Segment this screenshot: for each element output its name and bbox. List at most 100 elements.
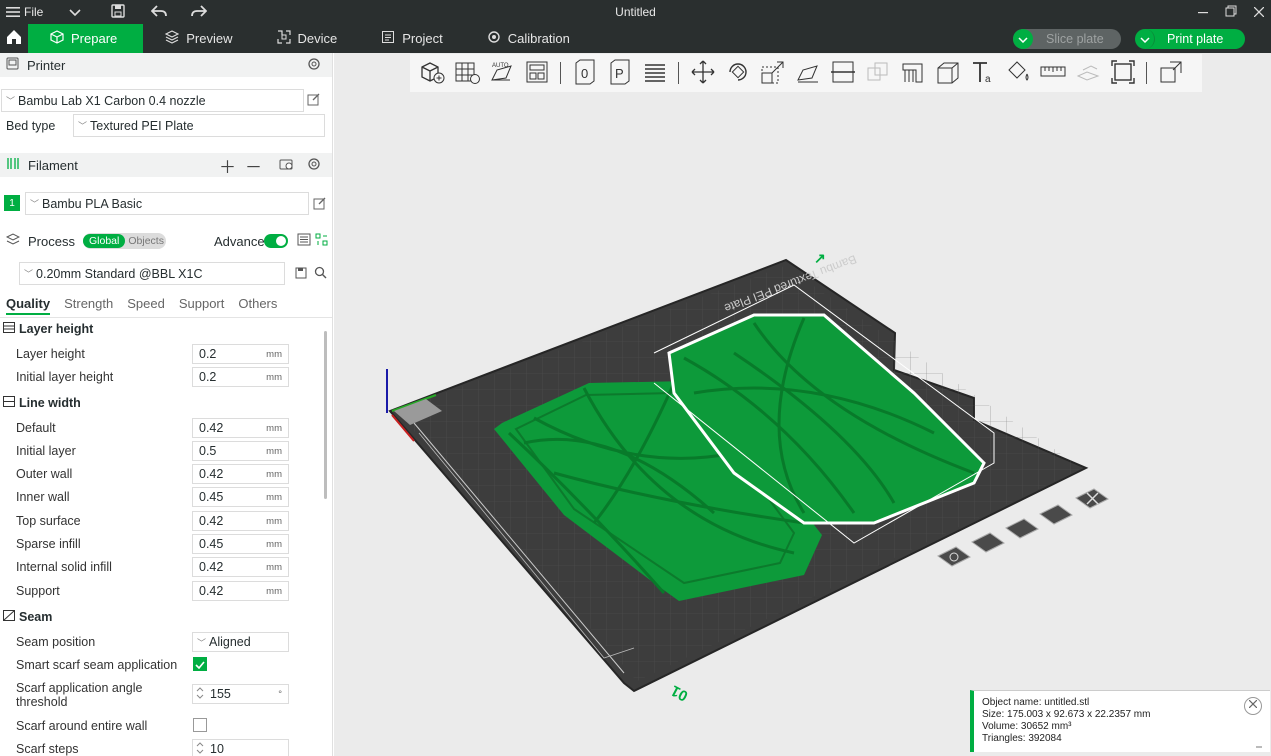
default-width-input[interactable]: 0.42 mm bbox=[192, 418, 289, 438]
plate-arrange-icon[interactable] bbox=[1005, 518, 1039, 539]
grid-add-icon bbox=[454, 60, 480, 87]
minimize-icon bbox=[1198, 5, 1208, 20]
filament-preset-select[interactable]: ﹀ Bambu PLA Basic bbox=[25, 192, 309, 215]
print-plate-button[interactable]: Print plate bbox=[1135, 29, 1245, 49]
subtab-speed[interactable]: Speed bbox=[127, 296, 165, 315]
color-paint-button[interactable] bbox=[1000, 56, 1035, 90]
info-collapse-handle[interactable] bbox=[1256, 746, 1262, 748]
seam-position-select[interactable]: ﹀ Aligned bbox=[192, 632, 289, 652]
redo-button[interactable] bbox=[185, 0, 213, 24]
gear-icon bbox=[307, 57, 321, 74]
objects-option[interactable]: Objects bbox=[125, 235, 164, 247]
edit-icon bbox=[307, 93, 320, 109]
tab-project[interactable]: Project bbox=[359, 24, 464, 53]
layer-height-input[interactable]: 0.2 mm bbox=[192, 344, 289, 364]
tab-device[interactable]: Device bbox=[255, 24, 360, 53]
subtab-quality[interactable]: Quality bbox=[6, 296, 51, 315]
slice-plate-button[interactable]: Slice plate bbox=[1013, 29, 1121, 49]
initial-layer-width-input[interactable]: 0.5 mm bbox=[192, 441, 289, 461]
internal-solid-infill-width-input[interactable]: 0.42 mm bbox=[192, 557, 289, 577]
advance-toggle[interactable] bbox=[264, 234, 288, 248]
filament-sync-button[interactable] bbox=[279, 157, 294, 174]
outer-wall-width-input[interactable]: 0.42 mm bbox=[192, 464, 289, 484]
edit-printer-button[interactable] bbox=[307, 93, 320, 109]
rotate-tool-button[interactable] bbox=[720, 56, 755, 90]
search-icon bbox=[314, 266, 327, 282]
arrange-button[interactable] bbox=[519, 56, 554, 90]
scale-tool-button[interactable] bbox=[755, 56, 790, 90]
seam-position-label: Seam position bbox=[16, 635, 96, 649]
home-button[interactable] bbox=[0, 24, 28, 53]
initial-layer-height-input[interactable]: 0.2 mm bbox=[192, 367, 289, 387]
plate-lock-icon[interactable] bbox=[971, 532, 1005, 553]
info-close-button[interactable] bbox=[1244, 697, 1262, 715]
settings-scrollbar[interactable] bbox=[324, 331, 327, 499]
add-plate-button[interactable] bbox=[449, 56, 484, 90]
smart-scarf-checkbox[interactable] bbox=[193, 657, 207, 671]
fit-view-button[interactable] bbox=[1105, 56, 1140, 90]
undo-button[interactable] bbox=[145, 0, 173, 24]
global-option[interactable]: Global bbox=[83, 234, 126, 248]
print-dropdown[interactable] bbox=[1135, 29, 1155, 49]
scarf-entire-wall-checkbox[interactable] bbox=[193, 718, 207, 732]
save-button[interactable] bbox=[105, 0, 131, 24]
chevron-down-icon: ﹀ bbox=[30, 199, 40, 209]
scarf-steps-spinbox[interactable]: 10 bbox=[192, 739, 289, 756]
filament-settings-gear[interactable] bbox=[307, 157, 321, 174]
lay-on-face-button[interactable] bbox=[790, 56, 825, 90]
slice-dropdown[interactable] bbox=[1013, 29, 1033, 49]
printer-settings-gear[interactable] bbox=[307, 57, 321, 74]
remove-filament-button[interactable]: － bbox=[245, 153, 262, 178]
measure-tool-button[interactable] bbox=[1035, 56, 1070, 90]
subtab-support[interactable]: Support bbox=[179, 296, 225, 315]
layers-view-button[interactable] bbox=[637, 56, 672, 90]
filament-color-swatch[interactable]: 1 bbox=[4, 195, 20, 211]
plate-p-button[interactable]: P bbox=[602, 56, 637, 90]
tab-preview[interactable]: Preview bbox=[143, 24, 254, 53]
add-filament-button[interactable]: ＋ bbox=[219, 153, 236, 178]
plate-scene[interactable]: Bambu Textured PEI Plate 01 ↗ bbox=[334, 53, 1271, 756]
scarf-angle-spinbox[interactable]: 155 ° bbox=[192, 684, 289, 704]
seam-paint-button[interactable] bbox=[930, 56, 965, 90]
auto-orient-button[interactable]: AUTO bbox=[484, 56, 519, 90]
3d-viewport[interactable]: Bambu Textured PEI Plate 01 ↗ AUTO 0 P a… bbox=[334, 53, 1271, 756]
subtab-others[interactable]: Others bbox=[238, 296, 277, 315]
boolean-tool-button[interactable] bbox=[860, 56, 895, 90]
global-objects-toggle[interactable]: Global Objects bbox=[83, 233, 166, 249]
plate-eye-icon[interactable] bbox=[937, 546, 971, 567]
process-compare-button[interactable] bbox=[315, 233, 328, 249]
minimize-button[interactable] bbox=[1189, 0, 1217, 24]
restore-button[interactable] bbox=[1217, 0, 1245, 24]
subtab-strength[interactable]: Strength bbox=[64, 296, 113, 315]
support-width-input[interactable]: 0.42 mm bbox=[192, 581, 289, 601]
file-menu[interactable]: File bbox=[0, 0, 49, 24]
support-paint-button[interactable] bbox=[895, 56, 930, 90]
chevron-down-icon bbox=[69, 5, 81, 20]
bed-type-select[interactable]: ﹀ Textured PEI Plate bbox=[73, 114, 325, 137]
tab-calibration[interactable]: Calibration bbox=[465, 24, 592, 53]
process-list-button[interactable] bbox=[297, 233, 311, 249]
printer-preset-select[interactable]: ﹀ Bambu Lab X1 Carbon 0.4 nozzle bbox=[1, 89, 304, 112]
plate-number-0-button[interactable]: 0 bbox=[567, 56, 602, 90]
explode-view-button[interactable] bbox=[1153, 56, 1188, 90]
search-settings-button[interactable] bbox=[314, 266, 327, 282]
toolbar-separator bbox=[678, 62, 679, 84]
process-preset-select[interactable]: ﹀ 0.20mm Standard @BBL X1C bbox=[19, 262, 285, 285]
move-tool-button[interactable] bbox=[685, 56, 720, 90]
file-dropdown-button[interactable] bbox=[63, 0, 87, 24]
plate-settings-icon[interactable] bbox=[1039, 504, 1073, 525]
scarf-entire-wall-label: Scarf around entire wall bbox=[16, 719, 148, 733]
cut-tool-button[interactable] bbox=[825, 56, 860, 90]
tab-prepare[interactable]: Prepare bbox=[28, 24, 144, 53]
inner-wall-width-input[interactable]: 0.45 mm bbox=[192, 487, 289, 507]
close-window-button[interactable] bbox=[1245, 0, 1271, 24]
chevron-down-icon: ﹀ bbox=[78, 121, 88, 131]
sparse-infill-width-input[interactable]: 0.45 mm bbox=[192, 534, 289, 554]
add-object-button[interactable] bbox=[414, 56, 449, 90]
text-tool-button[interactable]: a bbox=[965, 56, 1000, 90]
edit-filament-button[interactable] bbox=[313, 197, 326, 213]
top-surface-width-input[interactable]: 0.42 mm bbox=[192, 511, 289, 531]
assembly-button[interactable] bbox=[1070, 56, 1105, 90]
plate-close-icon[interactable] bbox=[1075, 488, 1109, 509]
save-preset-button[interactable] bbox=[295, 267, 307, 282]
